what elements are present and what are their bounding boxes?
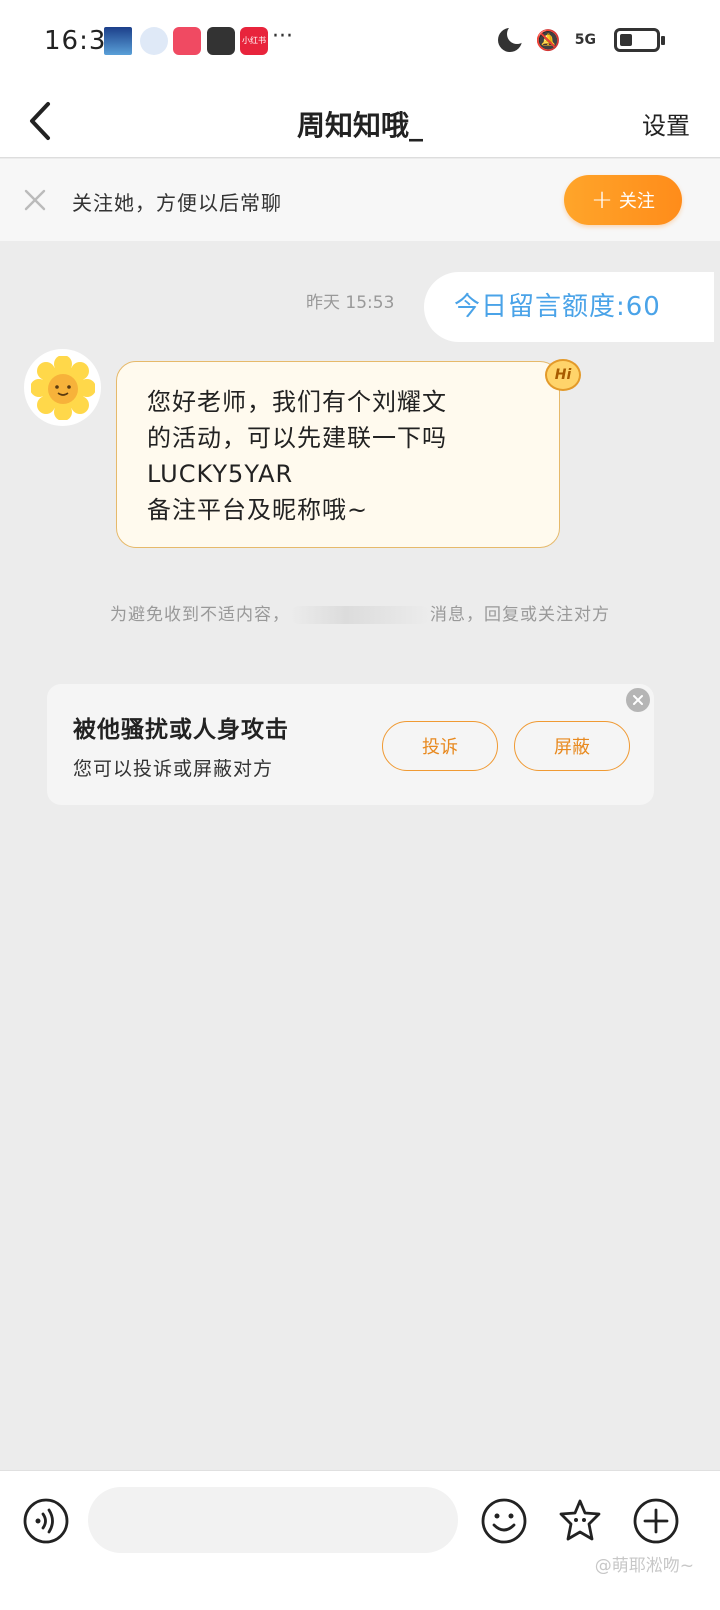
- message-line: 备注平台及昵称哦~: [147, 496, 369, 524]
- message-timestamp: 昨天 15:53: [306, 293, 395, 313]
- gallery-icon: [104, 27, 132, 55]
- signal-5g-icon: 5G: [574, 32, 596, 48]
- card-close-icon[interactable]: [626, 688, 650, 712]
- notice-text-left: 为避免收到不适内容，: [110, 605, 290, 625]
- input-bar: @萌耶淞吻~: [0, 1470, 720, 1610]
- harassment-card: 被他骚扰或人身攻击 您可以投诉或屏蔽对方 投诉 屏蔽: [47, 684, 654, 805]
- emoji-icon: [481, 1498, 527, 1544]
- plus-circle-icon: [633, 1498, 679, 1544]
- safety-notice: 为避免收到不适内容， 消息，回复或关注对方: [0, 600, 720, 625]
- plus-icon: +: [591, 185, 613, 215]
- message-line: 的活动，可以先建联一下吗: [147, 424, 447, 452]
- settings-button[interactable]: 设置: [642, 106, 690, 141]
- harassment-title: 被他骚扰或人身攻击: [73, 717, 289, 743]
- sun-avatar-icon: [30, 355, 95, 420]
- chat-header: 周知知哦_ 设置: [0, 84, 720, 158]
- battery-icon: [614, 28, 665, 52]
- follow-button-label: 关注: [618, 191, 655, 212]
- message-input[interactable]: [88, 1487, 458, 1553]
- harassment-subtitle: 您可以投诉或屏蔽对方: [73, 758, 274, 780]
- notice-text-right: 消息，回复或关注对方: [430, 605, 610, 625]
- block-button[interactable]: 屏蔽: [514, 721, 630, 771]
- mute-bell-icon: 🔕: [535, 28, 561, 52]
- voice-button[interactable]: [22, 1497, 70, 1545]
- message-line: 您好老师，我们有个刘耀文: [147, 388, 447, 416]
- avatar[interactable]: [24, 349, 101, 426]
- xiaohongshu-icon: 小红书: [240, 27, 268, 55]
- message-bubble: 您好老师，我们有个刘耀文 的活动，可以先建联一下吗 LUCKY5YAR 备注平台…: [116, 361, 560, 548]
- add-button[interactable]: [632, 1497, 680, 1545]
- follow-banner: 关注她，方便以后常聊 + 关注: [0, 159, 720, 241]
- status-bar: 16:33 小红书 ··· 🔕 5G: [0, 0, 720, 84]
- hi-badge: Hi: [545, 359, 581, 391]
- message-quota-bubble: 今日留言额度:60: [424, 272, 714, 342]
- report-button[interactable]: 投诉: [382, 721, 498, 771]
- ai-assistant-icon: [140, 27, 168, 55]
- voice-icon: [23, 1498, 69, 1544]
- close-icon[interactable]: [22, 187, 48, 213]
- upload-icon: [207, 27, 235, 55]
- watermark: @萌耶淞吻~: [594, 1556, 694, 1576]
- message-line: LUCKY5YAR: [147, 460, 294, 488]
- emoji-button[interactable]: [480, 1497, 528, 1545]
- star-sticker-icon: [559, 1499, 601, 1541]
- page-title: 周知知哦_: [296, 109, 423, 142]
- follow-prompt-text: 关注她，方便以后常聊: [72, 191, 282, 215]
- do-not-disturb-icon: [497, 24, 527, 52]
- sticker-button[interactable]: [556, 1497, 604, 1545]
- more-icon: ···: [272, 24, 293, 49]
- blurred-text: [290, 606, 430, 624]
- follow-button[interactable]: + 关注: [564, 175, 682, 225]
- video-app-icon: [173, 27, 201, 55]
